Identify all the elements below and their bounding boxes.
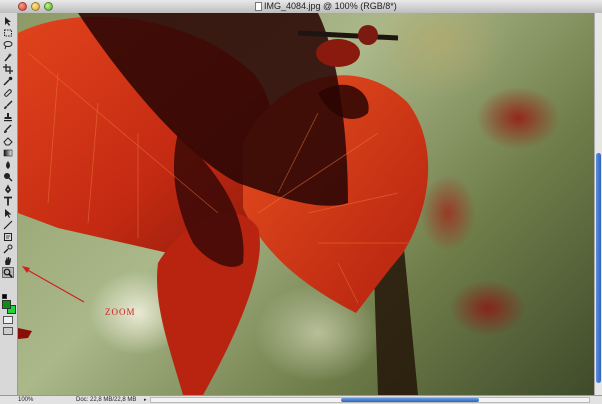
healing-brush-tool-icon[interactable]: [2, 87, 14, 98]
vertical-scrollbar[interactable]: [594, 13, 602, 395]
move-tool-icon[interactable]: [2, 15, 14, 26]
horizontal-scrollbar[interactable]: [150, 397, 590, 403]
image-canvas[interactable]: ZOOM: [18, 13, 594, 395]
annotation-arrow: [22, 266, 85, 303]
tools-panel: [0, 13, 18, 395]
notes-tool-icon[interactable]: [2, 231, 14, 242]
type-tool-icon[interactable]: [2, 195, 14, 206]
close-window-button[interactable]: [18, 2, 27, 11]
eraser-tool-icon[interactable]: [2, 135, 14, 146]
screen-mode-button[interactable]: [3, 327, 13, 335]
minimize-window-button[interactable]: [31, 2, 40, 11]
hand-tool-icon[interactable]: [2, 255, 14, 266]
line-tool-icon[interactable]: [2, 219, 14, 230]
quick-mask-button[interactable]: [3, 316, 13, 324]
lasso-tool-icon[interactable]: [2, 39, 14, 50]
gradient-tool-icon[interactable]: [2, 147, 14, 158]
annotation-label: ZOOM: [105, 307, 136, 317]
document-icon: [255, 2, 262, 11]
vertical-scroll-thumb[interactable]: [596, 153, 601, 383]
document-size-info[interactable]: Doc: 22,8 MB/22,8 MB: [76, 397, 136, 403]
zoom-tool-icon[interactable]: [2, 267, 14, 278]
path-selection-tool-icon[interactable]: [2, 207, 14, 218]
status-bar: 100% Doc: 22,8 MB/22,8 MB ▸: [0, 395, 602, 404]
window-title: IMG_4084.jpg @ 100% (RGB/8*): [264, 1, 397, 11]
horizontal-scroll-thumb[interactable]: [341, 398, 479, 402]
clone-stamp-tool-icon[interactable]: [2, 111, 14, 122]
magic-wand-tool-icon[interactable]: [2, 51, 14, 62]
foreground-color-swatch[interactable]: [2, 300, 11, 309]
marquee-tool-icon[interactable]: [2, 27, 14, 38]
eyedropper-tool-icon[interactable]: [2, 75, 14, 86]
status-menu-arrow-icon[interactable]: ▸: [144, 397, 147, 403]
pen-tool-icon[interactable]: [2, 183, 14, 194]
history-brush-tool-icon[interactable]: [2, 123, 14, 134]
zoom-level-field[interactable]: 100%: [18, 397, 48, 403]
crop-tool-icon[interactable]: [2, 63, 14, 74]
dodge-tool-icon[interactable]: [2, 171, 14, 182]
zoom-window-button[interactable]: [44, 2, 53, 11]
blur-tool-icon[interactable]: [2, 159, 14, 170]
eyedropper-sample-tool-icon[interactable]: [2, 243, 14, 254]
window-title-bar: IMG_4084.jpg @ 100% (RGB/8*): [0, 0, 602, 14]
default-colors-icon[interactable]: [2, 294, 7, 299]
brush-tool-icon[interactable]: [2, 99, 14, 110]
